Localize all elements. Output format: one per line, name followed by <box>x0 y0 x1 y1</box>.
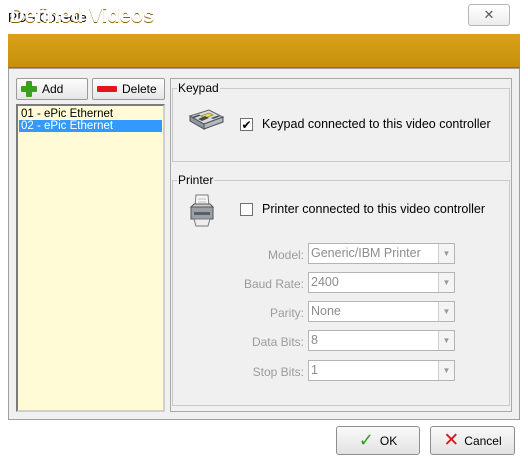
model-label: Model: <box>267 248 304 262</box>
printer-icon <box>189 193 215 229</box>
keypad-checkbox-label[interactable]: Keypad connected to this video controlle… <box>262 117 491 131</box>
model-select[interactable]: Generic/IBM Printer ▼ <box>308 243 455 264</box>
baud-rate-select[interactable]: 2400 ▼ <box>308 272 455 293</box>
minus-icon <box>97 86 117 92</box>
chevron-down-icon: ▼ <box>438 361 454 380</box>
cancel-button-label: Cancel <box>464 433 502 448</box>
checkmark-icon: ✓ <box>358 430 374 450</box>
chevron-down-icon: ▼ <box>438 244 454 263</box>
printer-group-label: Printer <box>178 173 214 187</box>
model-value: Generic/IBM Printer <box>311 246 421 260</box>
ok-button[interactable]: ✓ OK <box>336 426 420 455</box>
keypad-group-label: Keypad <box>178 81 219 95</box>
close-icon: ✕ <box>483 7 495 22</box>
parity-select[interactable]: None ▼ <box>308 301 455 322</box>
chevron-down-icon: ▼ <box>438 331 454 350</box>
baud-rate-value: 2400 <box>311 275 339 289</box>
header-banner <box>8 34 520 68</box>
data-bits-value: 8 <box>311 333 318 347</box>
keypad-checkbox[interactable]: ✔ <box>240 118 253 131</box>
chevron-down-icon: ▼ <box>438 302 454 321</box>
chevron-down-icon: ▼ <box>438 273 454 292</box>
device-list[interactable]: 01 - ePic Ethernet 02 - ePic Ethernet <box>16 104 165 412</box>
parity-value: None <box>311 304 341 318</box>
x-icon: ✕ <box>443 430 460 451</box>
add-button[interactable]: Add <box>16 78 88 100</box>
add-button-label: Add <box>42 82 64 96</box>
stop-bits-label: Stop Bits: <box>252 365 304 379</box>
printer-checkbox[interactable] <box>240 203 253 216</box>
baud-rate-label: Baud Rate: <box>243 277 304 291</box>
page-title: Defined Videos <box>10 5 155 27</box>
check-icon: ✔ <box>241 117 252 132</box>
data-bits-select[interactable]: 8 ▼ <box>308 330 455 351</box>
delete-button[interactable]: Delete <box>92 78 165 100</box>
cancel-button[interactable]: ✕ Cancel <box>430 426 515 455</box>
ok-button-label: OK <box>379 433 398 448</box>
keypad-icon <box>187 107 225 137</box>
parity-label: Parity: <box>269 306 304 320</box>
delete-button-label: Delete <box>122 82 157 96</box>
list-item[interactable]: 01 - ePic Ethernet <box>19 108 162 120</box>
stop-bits-select[interactable]: 1 ▼ <box>308 360 455 381</box>
printer-checkbox-label[interactable]: Printer connected to this video controll… <box>262 202 485 216</box>
close-button[interactable]: ✕ <box>468 4 510 26</box>
plus-icon <box>21 81 37 97</box>
data-bits-label: Data Bits: <box>251 335 304 349</box>
list-item[interactable]: 02 - ePic Ethernet <box>19 120 162 132</box>
stop-bits-value: 1 <box>311 363 318 377</box>
